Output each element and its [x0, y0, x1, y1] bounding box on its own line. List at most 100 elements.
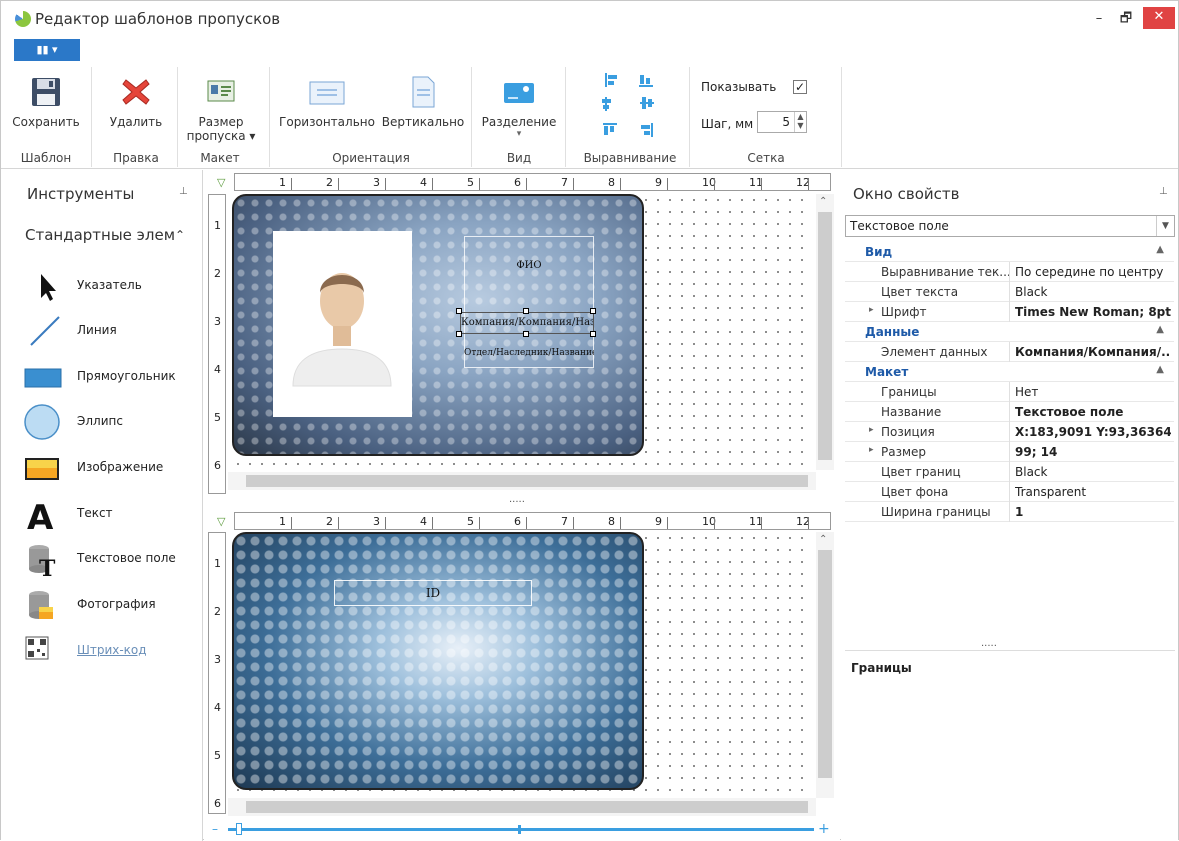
zoom-thumb[interactable]: [236, 823, 242, 835]
fio-field[interactable]: ФИО: [464, 260, 594, 271]
property-value[interactable]: Times New Roman; 8pt: [1015, 305, 1171, 319]
scroll-thumb[interactable]: [246, 801, 808, 813]
property-value[interactable]: X:183,9091 Y:93,36364: [1015, 425, 1171, 439]
resize-handle[interactable]: [590, 308, 596, 314]
property-row[interactable]: Выравнивание тек... По середине по центру: [845, 262, 1174, 282]
collapse-icon[interactable]: ▲: [1156, 244, 1164, 255]
vertical-orientation-button[interactable]: Вертикально: [381, 61, 465, 129]
property-row[interactable]: Границы Нет: [845, 382, 1174, 402]
resize-handle[interactable]: [523, 308, 529, 314]
property-category[interactable]: Вид ▲: [845, 242, 1174, 262]
property-row[interactable]: Ширина границы 1: [845, 502, 1174, 522]
id-field[interactable]: ID: [334, 580, 532, 606]
back-vertical-scrollbar[interactable]: ⌃: [816, 532, 834, 798]
property-value[interactable]: По середине по центру: [1015, 265, 1171, 279]
tool-label: Текстовое поле: [77, 551, 176, 565]
property-row[interactable]: Элемент данных Компания/Компания/...: [845, 342, 1174, 362]
ruler-label: 2: [326, 515, 333, 528]
property-row[interactable]: ▸ Шрифт Times New Roman; 8pt: [845, 302, 1174, 322]
property-row[interactable]: Цвет фона Transparent: [845, 482, 1174, 502]
split-dropdown-arrow[interactable]: ▾: [479, 129, 559, 139]
landscape-page-icon: [307, 75, 347, 109]
zoom-out-icon[interactable]: –: [212, 823, 218, 835]
property-value[interactable]: 1: [1015, 505, 1171, 519]
chevron-up-icon[interactable]: ⌃: [175, 228, 185, 242]
delete-button[interactable]: Удалить: [101, 61, 171, 129]
tool-ellipse[interactable]: Эллипс: [21, 402, 201, 442]
property-value[interactable]: Black: [1015, 465, 1171, 479]
department-field[interactable]: Отдел/Наследник/Название: [464, 348, 594, 358]
property-value[interactable]: Компания/Компания/...: [1015, 345, 1171, 359]
property-category[interactable]: Макет ▲: [845, 362, 1174, 382]
align-middle-icon[interactable]: [637, 93, 657, 113]
object-selector[interactable]: Текстовое поле ▼: [845, 215, 1175, 237]
property-row[interactable]: Цвет границ Black: [845, 462, 1174, 482]
tool-image[interactable]: Изображение: [21, 448, 201, 488]
align-top-icon[interactable]: [637, 69, 657, 89]
tool-text[interactable]: A Текст: [21, 494, 201, 538]
scroll-thumb[interactable]: [818, 550, 832, 778]
ruler-horizontal-front: 1 2 3 4 5 6 7 8 9 10 11 12: [234, 173, 831, 191]
tool-line[interactable]: Линия: [21, 311, 201, 351]
save-button[interactable]: Сохранить: [11, 61, 81, 129]
grid-step-spinner[interactable]: 5 ▲ ▼: [757, 111, 807, 133]
tool-pointer[interactable]: Указатель: [21, 266, 201, 306]
tool-text-field[interactable]: T Текстовое поле: [21, 539, 201, 582]
expand-icon[interactable]: ▸: [869, 305, 874, 315]
expand-icon[interactable]: ▸: [869, 425, 874, 435]
resize-handle[interactable]: [523, 331, 529, 337]
property-row[interactable]: ▸ Позиция X:183,9091 Y:93,36364: [845, 422, 1174, 442]
ruler-origin-icon[interactable]: ▽: [217, 515, 225, 528]
collapse-icon[interactable]: ▲: [1156, 324, 1164, 335]
align-left-icon[interactable]: [601, 69, 621, 89]
back-horizontal-scrollbar[interactable]: [228, 798, 816, 816]
zoom-slider[interactable]: – +: [212, 821, 832, 837]
spin-arrows-icon[interactable]: ▲ ▼: [794, 112, 806, 132]
split-button[interactable]: Разделение ▾: [479, 61, 559, 139]
property-value[interactable]: 99; 14: [1015, 445, 1171, 459]
grid-show-checkbox[interactable]: ✓: [793, 80, 807, 94]
pin-icon[interactable]: ⊥: [179, 186, 188, 197]
scroll-thumb[interactable]: [246, 475, 808, 487]
property-value[interactable]: Black: [1015, 285, 1171, 299]
zoom-in-icon[interactable]: +: [818, 821, 830, 837]
property-category[interactable]: Данные ▲: [845, 322, 1174, 342]
align-bottom-icon[interactable]: [601, 117, 621, 137]
photo-placeholder[interactable]: [273, 231, 412, 417]
property-row[interactable]: Название Текстовое поле: [845, 402, 1174, 422]
front-vertical-scrollbar[interactable]: ⌃: [816, 194, 834, 470]
tool-rectangle[interactable]: Прямоугольник: [21, 357, 201, 397]
expand-icon[interactable]: ▸: [869, 445, 874, 455]
property-value[interactable]: Текстовое поле: [1015, 405, 1171, 419]
splitter-handle[interactable]: .....: [981, 638, 997, 649]
ruler-label: 5: [467, 176, 474, 189]
pin-icon[interactable]: ⊥: [1159, 186, 1168, 197]
restore-button[interactable]: 🗗: [1113, 9, 1139, 29]
category-label: Данные: [865, 325, 920, 339]
resize-handle[interactable]: [590, 331, 596, 337]
ruler-origin-icon[interactable]: ▽: [217, 176, 225, 189]
resize-handle[interactable]: [456, 308, 462, 314]
tools-section-header[interactable]: Стандартные элем: [25, 226, 175, 244]
property-value[interactable]: Transparent: [1015, 485, 1171, 499]
scroll-thumb[interactable]: [818, 212, 832, 460]
pass-size-button[interactable]: Размер пропуска ▾: [181, 61, 261, 143]
resize-handle[interactable]: [456, 331, 462, 337]
app-menu-button[interactable]: ▮▮ ▾: [14, 39, 80, 61]
collapse-icon[interactable]: ▲: [1156, 364, 1164, 375]
property-value[interactable]: Нет: [1015, 385, 1171, 399]
align-center-icon[interactable]: [601, 93, 621, 113]
align-right-icon[interactable]: [637, 117, 657, 137]
property-row[interactable]: Цвет текста Black: [845, 282, 1174, 302]
close-button[interactable]: ✕: [1143, 7, 1175, 29]
front-horizontal-scrollbar[interactable]: [228, 472, 816, 490]
minimize-button[interactable]: –: [1087, 9, 1111, 29]
tool-photo[interactable]: Фотография: [21, 585, 201, 625]
property-row[interactable]: ▸ Размер 99; 14: [845, 442, 1174, 462]
chevron-down-icon[interactable]: ▼: [1156, 216, 1174, 236]
grid-step-label: Шаг, мм: [701, 117, 754, 131]
horizontal-orientation-button[interactable]: Горизонтально: [277, 61, 377, 129]
group-align: Выравнивание: [583, 151, 677, 165]
splitter-handle[interactable]: .....: [509, 494, 525, 505]
tool-barcode[interactable]: Штрих-код: [21, 631, 201, 671]
